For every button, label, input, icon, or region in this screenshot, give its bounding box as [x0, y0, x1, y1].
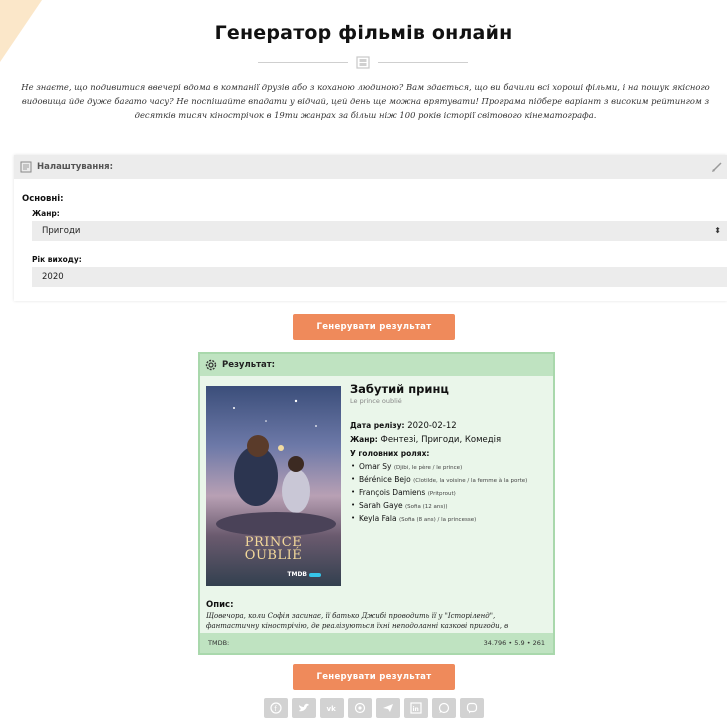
gear-icon [205, 359, 217, 371]
svg-text:in: in [413, 706, 419, 713]
divider-line-left [258, 62, 348, 63]
cast-item: Omar Sy (Djibi, le père / le prince) [350, 461, 550, 474]
actor-role: (Sofia (8 ans) / la princesse) [398, 517, 477, 523]
generate-button-bottom[interactable]: Генерувати результат [293, 664, 455, 690]
actor-name: François Damiens [359, 488, 426, 497]
year-input[interactable]: 2020 [32, 267, 727, 287]
document-icon [20, 161, 32, 173]
genre-label: Жанр: [32, 209, 60, 218]
genre-select-value: Пригоди [42, 226, 81, 236]
actor-role: (Sofia (12 ans)) [405, 504, 448, 510]
share-facebook-button[interactable]: f [264, 698, 288, 718]
actor-role: (Pritprout) [427, 491, 456, 497]
cast-item: Bérénice Bejo (Clotilde, la voisine / la… [350, 474, 550, 487]
result-card: Результат: PRINCE OUBLIÉ TMDB Забутий пр… [198, 352, 555, 655]
settings-panel: Налаштування: Основні: Жанр: Пригоди ⬍ Р… [14, 155, 727, 301]
cast-item: Sarah Gaye (Sofia (12 ans)) [350, 500, 550, 513]
whatsapp-icon [438, 702, 450, 714]
divider-line-right [378, 62, 468, 63]
share-whatsapp-button[interactable] [432, 698, 456, 718]
twitter-icon [299, 703, 309, 712]
tmdb-logo-text: TMDB [287, 571, 307, 578]
genre-select[interactable]: Пригоди ⬍ [32, 221, 727, 241]
tmdb-logo: TMDB [287, 571, 321, 578]
actor-name: Omar Sy [359, 462, 392, 471]
year-label: Рік виходу: [32, 255, 82, 264]
footer-stats: 34.796 • 5.9 • 261 [483, 639, 545, 647]
svg-text:vk: vk [327, 705, 337, 713]
result-title: Результат: [222, 360, 276, 370]
movie-genre: Жанр: Фентезі, Пригоди, Комедія [350, 435, 550, 445]
movie-poster: PRINCE OUBLIÉ TMDB [206, 386, 341, 586]
actor-name: Keyla Fala [359, 514, 397, 523]
svg-text:f: f [274, 705, 277, 713]
actor-role: (Djibi, le père / le prince) [393, 465, 463, 471]
settings-title: Налаштування: [37, 162, 114, 172]
share-ok-button[interactable] [348, 698, 372, 718]
movie-genre-value: Фентезі, Пригоди, Комедія [380, 435, 502, 445]
movie-original-title: Le prince oublié [350, 397, 402, 405]
footer-source: TMDB: [208, 639, 230, 647]
release-label: Дата релізу: [350, 421, 405, 430]
generate-button-top[interactable]: Генерувати результат [293, 314, 455, 340]
movie-genre-label: Жанр: [350, 435, 378, 444]
share-vk-button[interactable]: vk [320, 698, 344, 718]
poster-title-line2: OUBLIÉ [244, 548, 303, 563]
cast-item: Keyla Fala (Sofia (8 ans) / la princesse… [350, 513, 550, 526]
share-viber-button[interactable] [460, 698, 484, 718]
release-value: 2020-02-12 [407, 421, 457, 431]
linkedin-icon: in [410, 702, 422, 714]
page-title: Генератор фільмів онлайн [214, 22, 513, 44]
section-title-basic: Основні: [22, 194, 64, 204]
actor-name: Sarah Gaye [359, 501, 403, 510]
settings-header[interactable]: Налаштування: [14, 155, 727, 179]
actor-role: (Clotilde, la voisine / la femme à la po… [413, 478, 528, 484]
description-text: Щовечора, коли Софія засинає, її батько … [206, 612, 509, 630]
cast-list: Omar Sy (Djibi, le père / le prince) Bér… [350, 461, 550, 526]
description-title: Опис: [206, 600, 234, 610]
film-icon [356, 56, 370, 69]
share-linkedin-button[interactable]: in [404, 698, 428, 718]
odnoklassniki-icon [354, 702, 366, 714]
pencil-icon[interactable] [711, 161, 723, 173]
share-bar: f vk in [264, 698, 484, 718]
title-divider [258, 56, 468, 70]
year-input-value: 2020 [42, 272, 64, 282]
select-arrows-icon: ⬍ [714, 226, 721, 235]
share-telegram-button[interactable] [376, 698, 400, 718]
poster-title: PRINCE OUBLIÉ [206, 536, 341, 562]
vk-icon: vk [327, 705, 337, 713]
cast-item: François Damiens (Pritprout) [350, 487, 550, 500]
result-footer: TMDB: 34.796 • 5.9 • 261 [200, 633, 553, 653]
share-twitter-button[interactable] [292, 698, 316, 718]
telegram-icon [383, 704, 393, 712]
viber-icon [466, 702, 478, 714]
facebook-icon: f [270, 702, 282, 714]
movie-title: Забутий принц [350, 382, 449, 396]
tmdb-logo-bar [309, 572, 321, 577]
cast-title: У головних ролях: [350, 449, 430, 458]
intro-text: Не знаєте, що подивитися ввечері вдома в… [21, 82, 710, 120]
movie-info: Забутий принц Le prince oublié Дата релі… [350, 382, 550, 526]
release-date: Дата релізу: 2020-02-12 [350, 421, 550, 431]
actor-name: Bérénice Bejo [359, 475, 411, 484]
result-header: Результат: [200, 354, 553, 376]
